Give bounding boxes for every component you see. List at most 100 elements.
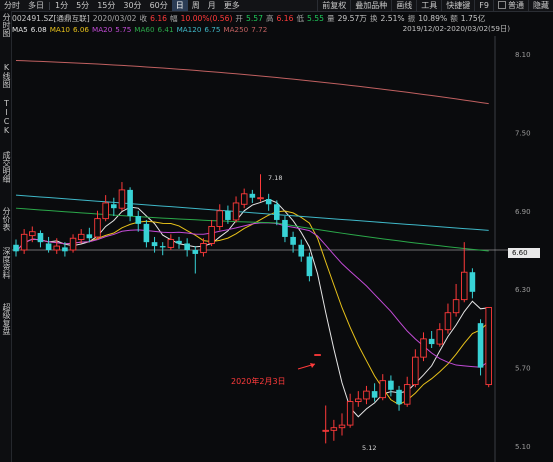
quote-date: 2020/03/02	[92, 13, 137, 23]
candle-body	[363, 390, 370, 400]
overlay-button[interactable]: 叠加品种	[350, 0, 391, 11]
price-tick-510: 5.10	[515, 443, 531, 451]
candle-body	[388, 380, 394, 390]
adjust-button[interactable]: 前复权	[317, 0, 350, 11]
ma20-value: 5.75	[115, 25, 132, 34]
side-tab-tick[interactable]: TICK	[0, 99, 11, 135]
hide-button[interactable]: 隐藏	[528, 0, 553, 11]
candle-body	[127, 189, 133, 217]
stock-code-name: 002491.SZ[通鼎互联]	[12, 13, 90, 23]
change-value: 10.00%(0.56)	[180, 13, 233, 23]
side-tab-kline[interactable]: K线图	[0, 63, 11, 88]
volume-value: 29.57万	[337, 13, 367, 23]
ma250-label: MA250	[223, 25, 249, 34]
candle-body	[216, 210, 223, 227]
candle-body	[13, 244, 19, 252]
normal-mode-button[interactable]: 普通	[493, 0, 528, 11]
tab-month[interactable]: 月	[204, 0, 220, 11]
close-label: 收	[139, 13, 148, 23]
candle-body	[355, 398, 362, 403]
ma120-label: MA120	[176, 25, 202, 34]
candle-body	[240, 193, 248, 205]
candle-body	[306, 256, 313, 277]
candle-body	[485, 307, 492, 386]
candle-body	[77, 233, 85, 240]
tab-intraday[interactable]: 分时	[0, 0, 24, 11]
side-tab-depth-info[interactable]: 深度资料	[0, 247, 11, 279]
candle-body	[257, 197, 264, 200]
close-value: 6.16	[150, 13, 168, 23]
ma120-value: 6.75	[204, 25, 221, 34]
candle-body	[371, 391, 378, 398]
candle-body	[330, 427, 338, 431]
candle-body	[298, 244, 305, 257]
kline-chart[interactable]: 8.10 7.50 6.90 6.30 5.70 5.10	[12, 36, 553, 462]
toolbar-right-group: 前复权 叠加品种 画线 工具 快捷键 F9 普通 隐藏	[317, 0, 553, 11]
tab-week[interactable]: 周	[188, 0, 204, 11]
candle	[314, 354, 321, 356]
candle-body	[143, 223, 150, 243]
turnover-label: 换	[369, 13, 378, 23]
ma60-label: MA60	[134, 25, 155, 34]
candle-body	[249, 193, 256, 198]
tools-button[interactable]: 工具	[416, 0, 441, 11]
ma5-value: 6.08	[30, 25, 47, 34]
candle	[477, 319, 484, 376]
candle-body	[396, 389, 402, 405]
candle-body	[225, 210, 231, 220]
tab-30min[interactable]: 30分	[119, 0, 145, 11]
price-tick-570: 5.70	[515, 365, 531, 373]
tab-more[interactable]: 更多	[220, 0, 244, 11]
tab-1min[interactable]: 1分	[51, 0, 72, 11]
side-tab-price-table[interactable]: 分价表	[0, 207, 11, 231]
candle-body	[477, 323, 484, 368]
draw-line-button[interactable]: 画线	[391, 0, 416, 11]
candle-body	[192, 250, 199, 254]
price-tick-690: 6.90	[515, 208, 531, 216]
toolbar-divider	[49, 1, 50, 10]
candle-body	[232, 202, 240, 221]
candle-body	[37, 233, 44, 243]
normal-mode-label: 普通	[508, 1, 524, 10]
f9-button[interactable]: F9	[474, 0, 493, 11]
candle-body	[461, 271, 468, 301]
side-tab-super-review[interactable]: 超级复盘	[0, 303, 11, 335]
candle-body	[322, 429, 329, 432]
ma10-label: MA10	[49, 25, 70, 34]
candle-body	[94, 218, 101, 238]
side-tab-intraday[interactable]: 分时图	[0, 13, 11, 37]
tab-60min[interactable]: 60分	[146, 0, 172, 11]
candle-body	[176, 240, 182, 244]
volume-label: 量	[326, 13, 335, 23]
left-side-tabs: 分时图 K线图 TICK 成交明细 分价表 深度资料 超级复盘	[0, 11, 12, 462]
candle-body	[436, 329, 444, 345]
candle-body	[53, 245, 61, 251]
change-label: 幅	[170, 13, 178, 23]
price-tick-630: 6.30	[515, 286, 531, 294]
ma250-value: 7.72	[251, 25, 268, 34]
candle-body	[69, 237, 77, 251]
candle-body	[428, 338, 435, 345]
tab-5min[interactable]: 5分	[72, 0, 93, 11]
candle-body	[135, 216, 142, 224]
low-marker-label: 5.12	[362, 444, 377, 452]
candle-body	[265, 199, 272, 205]
candle-body	[314, 354, 321, 356]
ma5-label: MA5	[12, 25, 28, 34]
candle-body	[403, 384, 411, 405]
high-marker-label: 7.18	[268, 174, 283, 182]
turnover-value: 2.51%	[380, 13, 405, 23]
current-price-tag: 6.60	[508, 248, 540, 258]
candle-body	[338, 424, 346, 429]
tab-multi-day[interactable]: 多日	[24, 0, 48, 11]
candle-body	[469, 272, 476, 292]
candle-body	[45, 243, 52, 250]
side-tab-trade-detail[interactable]: 成交明细	[0, 151, 11, 183]
candle-body	[290, 236, 296, 245]
tab-day[interactable]: 日	[171, 0, 188, 11]
tab-15min[interactable]: 15分	[93, 0, 119, 11]
shortcut-button[interactable]: 快捷键	[441, 0, 474, 11]
amplitude-label: 振	[407, 13, 416, 23]
candle-body	[379, 380, 387, 399]
candle-body	[420, 338, 427, 358]
